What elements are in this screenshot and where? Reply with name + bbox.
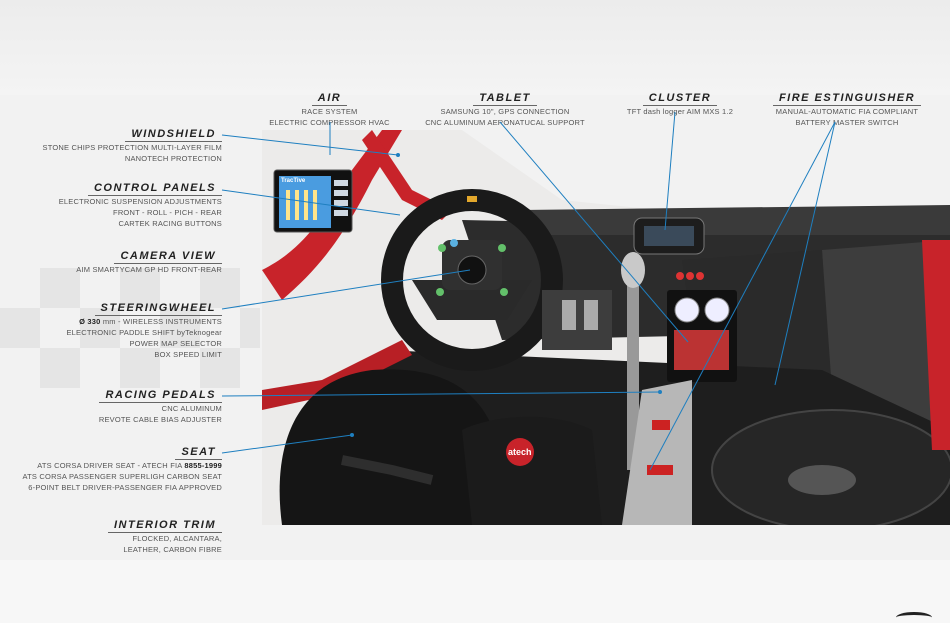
label-fire-extinguisher: FIRE ESTINGUISHER MANUAL-AUTOMATIC FIA C… <box>762 88 932 128</box>
dash-cluster <box>633 217 705 255</box>
label-tablet-title: TABLET <box>473 92 537 106</box>
label-windshield-title: WINDSHIELD <box>125 128 222 142</box>
label-seat: SEAT ATS CORSA DRIVER SEAT - ATECH FIA 8… <box>0 442 222 493</box>
background-footer <box>0 560 950 623</box>
label-tablet-line: CNC ALUMINUM AERONATUCAL SUPPORT <box>425 118 585 127</box>
label-tablet: TABLET SAMSUNG 10", GPS CONNECTION CNC A… <box>420 88 590 128</box>
label-steering-line: ELECTRONIC PADDLE SHIFT byTeknogear <box>66 328 222 337</box>
steering-diameter: Ø 330 <box>79 317 101 326</box>
label-steeringwheel: STEERINGWHEEL Ø 330 mm - WIRELESS INSTRU… <box>20 298 222 360</box>
label-trim-line: LEATHER, CARBON FIBRE <box>123 545 222 554</box>
label-control-line: ELECTRONIC SUSPENSION ADJUSTMENTS <box>58 197 222 206</box>
label-fire-line: BATTERY MASTER SWITCH <box>795 118 899 127</box>
label-cluster-line: TFT dash logger AIM MXS 1.2 <box>626 107 734 116</box>
label-trim-line: FLOCKED, ALCANTARA, <box>132 534 222 543</box>
label-steering-title: STEERINGWHEEL <box>94 302 222 316</box>
label-trim-title: INTERIOR TRIM <box>108 519 222 533</box>
label-cluster: CLUSTER TFT dash logger AIM MXS 1.2 <box>616 88 744 117</box>
label-tablet-line: SAMSUNG 10", GPS CONNECTION <box>440 107 570 116</box>
tablet-gauges <box>667 290 737 382</box>
label-seat-line: ATS CORSA PASSENGER SUPERLIGH CARBON SEA… <box>22 472 222 481</box>
label-control-line: FRONT - ROLL - PICH - REAR <box>113 208 222 217</box>
label-windshield-line: NANOTECH PROTECTION <box>124 154 222 163</box>
label-fire-title: FIRE ESTINGUISHER <box>772 92 922 106</box>
label-air-title: AIR <box>311 92 348 106</box>
label-seat-line: ATS CORSA DRIVER SEAT - ATECH FIA 8855-1… <box>0 460 222 471</box>
label-steering-line: POWER MAP SELECTOR <box>129 339 222 348</box>
label-camera-view: CAMERA VIEW AIM SMARTYCAM GP HD FRONT-RE… <box>20 246 222 275</box>
steering-line1-rest: mm - WIRELESS INSTRUMENTS <box>102 317 222 326</box>
seat-line1-pre: ATS CORSA DRIVER SEAT - ATECH FIA <box>37 461 185 470</box>
label-windshield-line: STONE CHIPS PROTECTION MULTI-LAYER FILM <box>42 143 222 152</box>
brand-mark <box>896 612 932 623</box>
seat-fia-standard: 8855-1999 <box>184 461 222 470</box>
control-panel-screen: TracTive <box>273 169 353 233</box>
label-windshield: WINDSHIELD STONE CHIPS PROTECTION MULTI-… <box>20 124 222 164</box>
label-control-panels: CONTROL PANELS ELECTRONIC SUSPENSION ADJ… <box>20 178 222 229</box>
label-pedals-title: RACING PEDALS <box>99 389 222 403</box>
label-steering-line: Ø 330 mm - WIRELESS INSTRUMENTS <box>20 316 222 327</box>
label-air-line: RACE SYSTEM <box>301 107 358 116</box>
label-steering-line: BOX SPEED LIMIT <box>154 350 222 359</box>
label-fire-line: MANUAL-AUTOMATIC FIA COMPLIANT <box>775 107 919 116</box>
control-panel-brand: TracTive <box>281 178 306 184</box>
label-air-line: ELECTRIC COMPRESSOR HVAC <box>269 118 390 127</box>
label-cluster-title: CLUSTER <box>642 92 718 106</box>
label-interior-trim: INTERIOR TRIM FLOCKED, ALCANTARA, LEATHE… <box>20 515 222 555</box>
label-camera-title: CAMERA VIEW <box>114 250 222 264</box>
label-camera-line: AIM SMARTYCAM GP HD FRONT-REAR <box>76 265 222 274</box>
label-pedals-line: CNC ALUMINUM <box>161 404 222 413</box>
label-control-title: CONTROL PANELS <box>87 182 222 196</box>
label-control-line: CARTEK RACING BUTTONS <box>118 219 222 228</box>
label-air: AIR RACE SYSTEM ELECTRIC COMPRESSOR HVAC <box>262 88 397 128</box>
label-seat-title: SEAT <box>175 446 222 460</box>
background-header <box>0 0 950 95</box>
label-pedals-line: REVOTE CABLE BIAS ADJUSTER <box>98 415 222 424</box>
cockpit-photo: TracTive atech <box>262 130 950 525</box>
seat-brand-logo: atech <box>508 447 532 457</box>
label-seat-line: 6-POINT BELT DRIVER-PASSENGER FIA APPROV… <box>28 483 222 492</box>
cockpit-illustration: TracTive atech <box>262 130 950 525</box>
label-racing-pedals: RACING PEDALS CNC ALUMINUM REVOTE CABLE … <box>20 385 222 425</box>
